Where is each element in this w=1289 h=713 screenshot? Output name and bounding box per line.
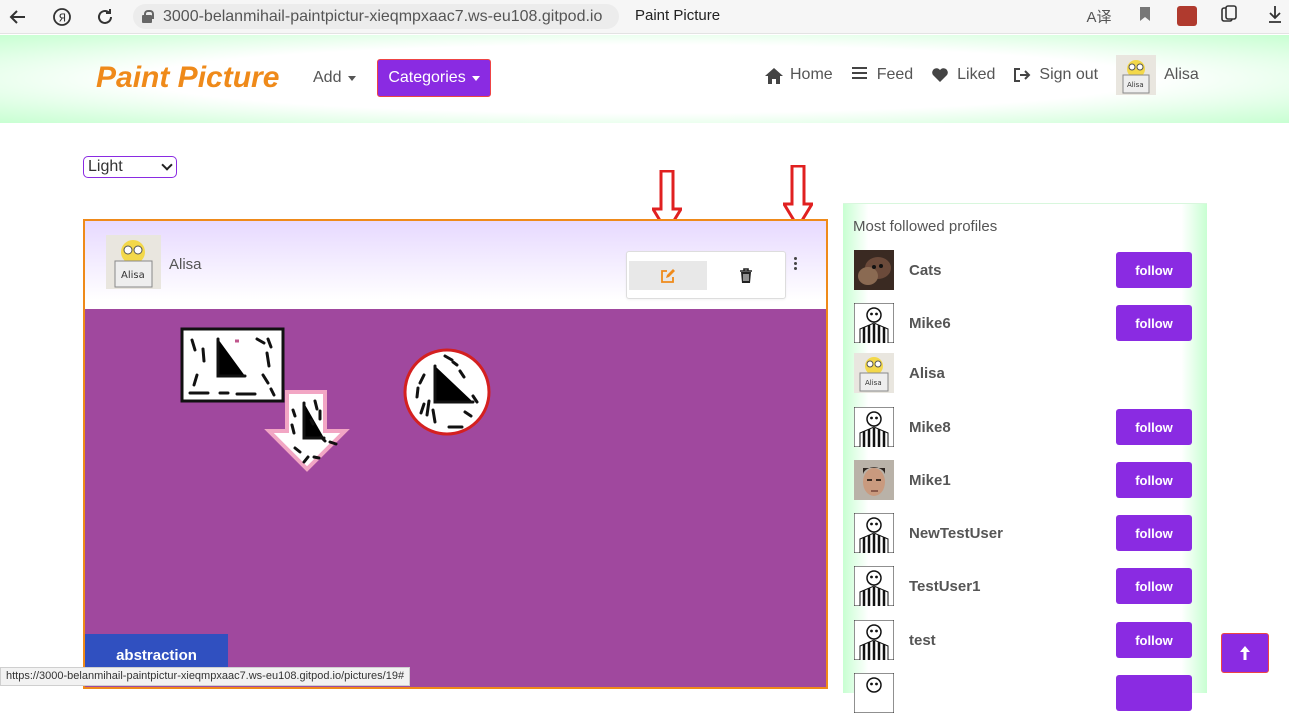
add-dropdown[interactable]: Add xyxy=(313,69,357,87)
most-followed-sidebar: Most followed profiles Cats follow Mike6… xyxy=(843,203,1207,713)
striped-shirt-avatar[interactable] xyxy=(854,303,894,343)
svg-text:Alisa: Alisa xyxy=(121,270,145,281)
profile-name[interactable]: Mike8 xyxy=(909,419,951,436)
follow-button[interactable]: follow xyxy=(1116,305,1192,341)
profile-row: Alisa Alisa xyxy=(854,353,1199,393)
nav-feed-link[interactable]: Feed xyxy=(851,66,913,84)
face-photo-avatar[interactable] xyxy=(854,460,894,500)
follow-button[interactable]: follow xyxy=(1116,252,1192,288)
trash-icon xyxy=(740,267,752,283)
striped-shirt-avatar[interactable] xyxy=(854,513,894,553)
theme-select[interactable]: Light xyxy=(83,156,177,178)
brand-logo[interactable]: Paint Picture xyxy=(96,61,279,95)
delete-post-button[interactable] xyxy=(707,261,785,290)
striped-shirt-avatar[interactable] xyxy=(854,673,894,713)
bookmark-icon[interactable] xyxy=(1131,6,1159,26)
post-header: Alisa Alisa xyxy=(85,221,826,309)
arrow-up-icon xyxy=(1240,646,1250,660)
profile-row: Mike6 follow xyxy=(854,303,1199,343)
follow-button[interactable] xyxy=(1116,675,1192,711)
lock-icon xyxy=(141,9,154,24)
user-avatar[interactable]: Alisa xyxy=(1116,55,1157,95)
tab-title: Paint Picture xyxy=(635,7,721,24)
striped-shirt-avatar[interactable] xyxy=(854,566,894,606)
add-label: Add xyxy=(313,69,342,86)
profile-name[interactable]: test xyxy=(909,632,936,649)
nav-home-link[interactable]: Home xyxy=(764,66,833,84)
post-card: Alisa Alisa abstraction xyxy=(83,219,828,689)
painting-canvas xyxy=(180,327,491,472)
striped-shirt-avatar[interactable] xyxy=(854,407,894,447)
profile-row: test follow xyxy=(854,620,1199,660)
follow-button[interactable]: follow xyxy=(1116,568,1192,604)
profile-row: Mike1 follow xyxy=(854,460,1199,500)
nav-liked-label: Liked xyxy=(957,66,996,83)
categories-dropdown-button[interactable]: Categories xyxy=(377,59,491,97)
chevron-down-icon xyxy=(161,159,173,171)
profile-name[interactable]: TestUser1 xyxy=(909,578,980,595)
reload-icon[interactable] xyxy=(93,5,117,29)
profile-row: TestUser1 follow xyxy=(854,566,1199,606)
follow-button[interactable]: follow xyxy=(1116,515,1192,551)
profile-name[interactable]: Cats xyxy=(909,262,942,279)
profile-row: Cats follow xyxy=(854,250,1199,290)
translate-icon[interactable]: A译 xyxy=(1085,6,1113,27)
more-options-icon[interactable] xyxy=(792,257,798,273)
svg-text:Alisa: Alisa xyxy=(865,379,882,387)
nav-username[interactable]: Alisa xyxy=(1164,66,1199,84)
heart-icon xyxy=(931,67,949,83)
profile-name[interactable]: Mike6 xyxy=(909,315,951,332)
profile-row xyxy=(854,673,1199,713)
browser-toolbar: Я 3000-belanmihail-paintpictur-xieqmpxaa… xyxy=(0,0,1289,34)
profile-name[interactable]: Mike1 xyxy=(909,472,951,489)
sign-out-icon xyxy=(1013,67,1031,83)
address-bar[interactable]: 3000-belanmihail-paintpictur-xieqmpxaac7… xyxy=(133,4,619,29)
sidebar-title: Most followed profiles xyxy=(853,218,998,235)
follow-button[interactable]: follow xyxy=(1116,622,1192,658)
post-author-avatar[interactable]: Alisa xyxy=(106,235,161,289)
extension-icon[interactable] xyxy=(1177,6,1197,26)
address-url: 3000-belanmihail-paintpictur-xieqmpxaac7… xyxy=(163,7,603,25)
nav-signout-link[interactable]: Sign out xyxy=(1013,66,1098,84)
nav-signout-label: Sign out xyxy=(1039,66,1099,83)
yandex-icon[interactable]: Я xyxy=(50,5,74,29)
collections-icon[interactable] xyxy=(1215,5,1243,27)
post-picture[interactable]: abstraction xyxy=(85,309,826,687)
minion-avatar[interactable]: Alisa xyxy=(854,353,894,393)
download-icon[interactable] xyxy=(1261,5,1289,27)
caret-down-icon xyxy=(348,75,357,81)
status-bar-url: https://3000-belanmihail-paintpictur-xie… xyxy=(0,667,411,686)
edit-post-button[interactable] xyxy=(629,261,707,290)
post-actions-menu xyxy=(626,251,786,299)
profile-name[interactable]: Alisa xyxy=(909,365,945,382)
scroll-to-top-button[interactable] xyxy=(1221,633,1269,673)
categories-label: Categories xyxy=(388,69,466,86)
svg-text:Alisa: Alisa xyxy=(1127,81,1144,89)
nav-feed-label: Feed xyxy=(876,66,914,83)
profile-row: Mike8 follow xyxy=(854,407,1199,447)
svg-text:Я: Я xyxy=(59,12,67,25)
home-icon xyxy=(764,67,783,84)
nav-home-label: Home xyxy=(790,66,833,83)
profile-name[interactable]: NewTestUser xyxy=(909,525,1003,542)
edit-icon xyxy=(661,268,675,283)
follow-button[interactable]: follow xyxy=(1116,462,1192,498)
caret-down-icon xyxy=(471,75,480,81)
theme-select-value: Light xyxy=(88,158,123,175)
list-icon xyxy=(851,67,869,83)
navbar: Paint Picture Add Categories Home Feed L… xyxy=(0,35,1289,123)
nav-liked-link[interactable]: Liked xyxy=(931,66,995,84)
profile-row: NewTestUser follow xyxy=(854,513,1199,553)
striped-shirt-avatar[interactable] xyxy=(854,620,894,660)
follow-button[interactable]: follow xyxy=(1116,409,1192,445)
post-author-name[interactable]: Alisa xyxy=(169,256,202,273)
back-icon[interactable] xyxy=(6,5,30,29)
cat-photo-avatar[interactable] xyxy=(854,250,894,290)
